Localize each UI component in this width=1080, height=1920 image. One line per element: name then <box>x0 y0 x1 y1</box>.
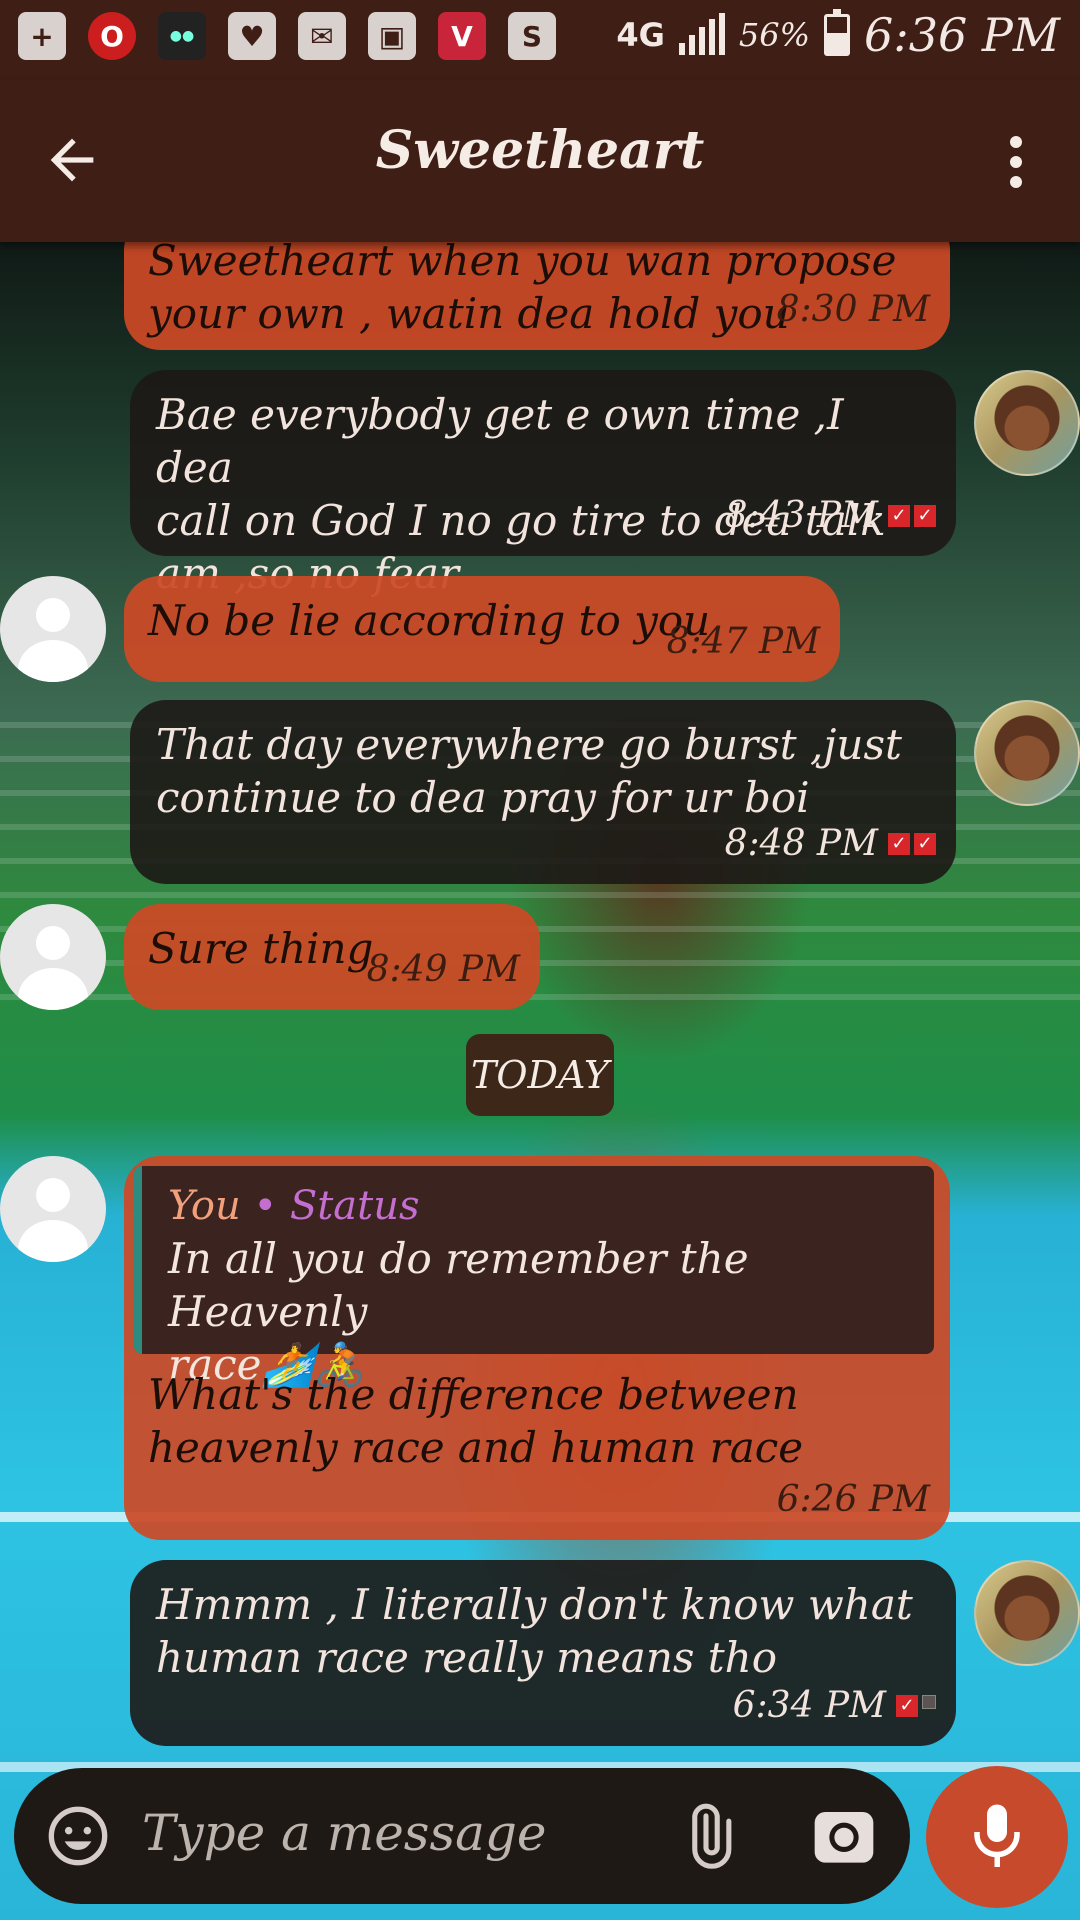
message-meta: 8:49 PM <box>367 943 520 996</box>
message-meta: 8:48 PM ✓ ✓ <box>725 817 936 870</box>
voice-record-button[interactable] <box>926 1766 1068 1908</box>
camera-icon[interactable] <box>812 1806 876 1866</box>
message-meta: 6:34 PM ✓ <box>733 1679 936 1732</box>
quoted-author: You <box>168 1183 241 1229</box>
message-text: That day everywhere go burst ,just conti… <box>156 720 902 822</box>
read-receipt-icon: ✓ ✓ <box>888 504 936 527</box>
contact-avatar[interactable] <box>0 1156 106 1262</box>
signal-icon <box>678 13 725 55</box>
message-meta: 8:30 PM <box>777 283 930 336</box>
message-bubble-outgoing[interactable]: Hmmm , I literally don't know what human… <box>130 1560 956 1746</box>
emoji-icon[interactable] <box>46 1804 110 1868</box>
contact-name[interactable]: Sweetheart <box>0 120 1080 181</box>
message-time: 8:47 PM <box>666 621 820 662</box>
heart-app-icon: ♥ <box>228 12 276 60</box>
message-text: What's the difference between heavenly r… <box>148 1370 804 1472</box>
battery-icon <box>824 9 851 56</box>
message-bubble-incoming[interactable]: Sure thing 8:49 PM <box>124 904 540 1010</box>
multi-app-icon: ●● <box>158 12 206 60</box>
battery-percent: 56% <box>738 16 811 54</box>
message-meta: 6:26 PM <box>777 1473 930 1526</box>
date-divider: TODAY <box>466 1034 614 1116</box>
chat-header: Sweetheart <box>0 80 1080 242</box>
my-avatar[interactable] <box>974 370 1080 476</box>
my-avatar[interactable] <box>974 1560 1080 1666</box>
microphone-icon <box>974 1804 1020 1867</box>
message-bubble-incoming-reply[interactable]: You • Status In all you do remember the … <box>124 1156 950 1540</box>
quoted-sender: You • Status <box>168 1180 908 1232</box>
clock: 6:36 PM <box>864 8 1060 62</box>
message-composer: Type a message <box>14 1768 910 1904</box>
message-time: 8:48 PM <box>724 823 878 864</box>
delivery-status-icon: ✓ <box>896 1694 936 1717</box>
quoted-status[interactable]: You • Status In all you do remember the … <box>134 1166 934 1389</box>
mail-icon: ✉ <box>298 12 346 60</box>
notification-icons: + O ●● ♥ ✉ ▣ V S <box>18 12 556 60</box>
message-time: 8:49 PM <box>366 949 520 990</box>
image-icon: ▣ <box>368 12 416 60</box>
message-bubble-outgoing[interactable]: That day everywhere go burst ,just conti… <box>130 700 956 884</box>
quoted-separator: • <box>253 1183 278 1229</box>
plus-icon: + <box>18 12 66 60</box>
message-meta: 8:47 PM <box>667 615 820 668</box>
quoted-label: Status <box>289 1183 420 1229</box>
snapchat-icon: S <box>508 12 556 60</box>
my-avatar[interactable] <box>974 700 1080 806</box>
status-bar: + O ●● ♥ ✉ ▣ V S 4G 56% 6:36 PM <box>0 0 1080 80</box>
more-options-icon[interactable] <box>992 130 1040 194</box>
status-indicators: 4G 56% 6:36 PM <box>616 8 1060 62</box>
message-bubble-outgoing[interactable]: Bae everybody get e own time ,I dea call… <box>130 370 956 598</box>
message-time: 8:30 PM <box>776 289 930 330</box>
read-receipt-icon: ✓ ✓ <box>888 832 936 855</box>
vidmate-icon: V <box>438 12 486 60</box>
message-time: 6:26 PM <box>776 1479 930 1520</box>
message-bubble-incoming[interactable]: No be lie according to you 8:47 PM <box>124 576 840 682</box>
contact-avatar[interactable] <box>0 576 106 682</box>
message-time: 8:43 PM <box>724 495 878 536</box>
network-type: 4G <box>616 16 665 54</box>
message-text: Hmmm , I literally don't know what human… <box>156 1580 913 1682</box>
chat-screen: + O ●● ♥ ✉ ▣ V S 4G 56% 6:36 PM Sweethea… <box>0 0 1080 1920</box>
message-meta: 8:43 PM ✓ ✓ <box>725 489 936 542</box>
message-time: 6:34 PM <box>732 1685 886 1726</box>
attachment-icon[interactable] <box>674 1802 742 1870</box>
message-input[interactable]: Type a message <box>142 1804 547 1862</box>
contact-avatar[interactable] <box>0 904 106 1010</box>
opera-mini-icon: O <box>88 12 136 60</box>
